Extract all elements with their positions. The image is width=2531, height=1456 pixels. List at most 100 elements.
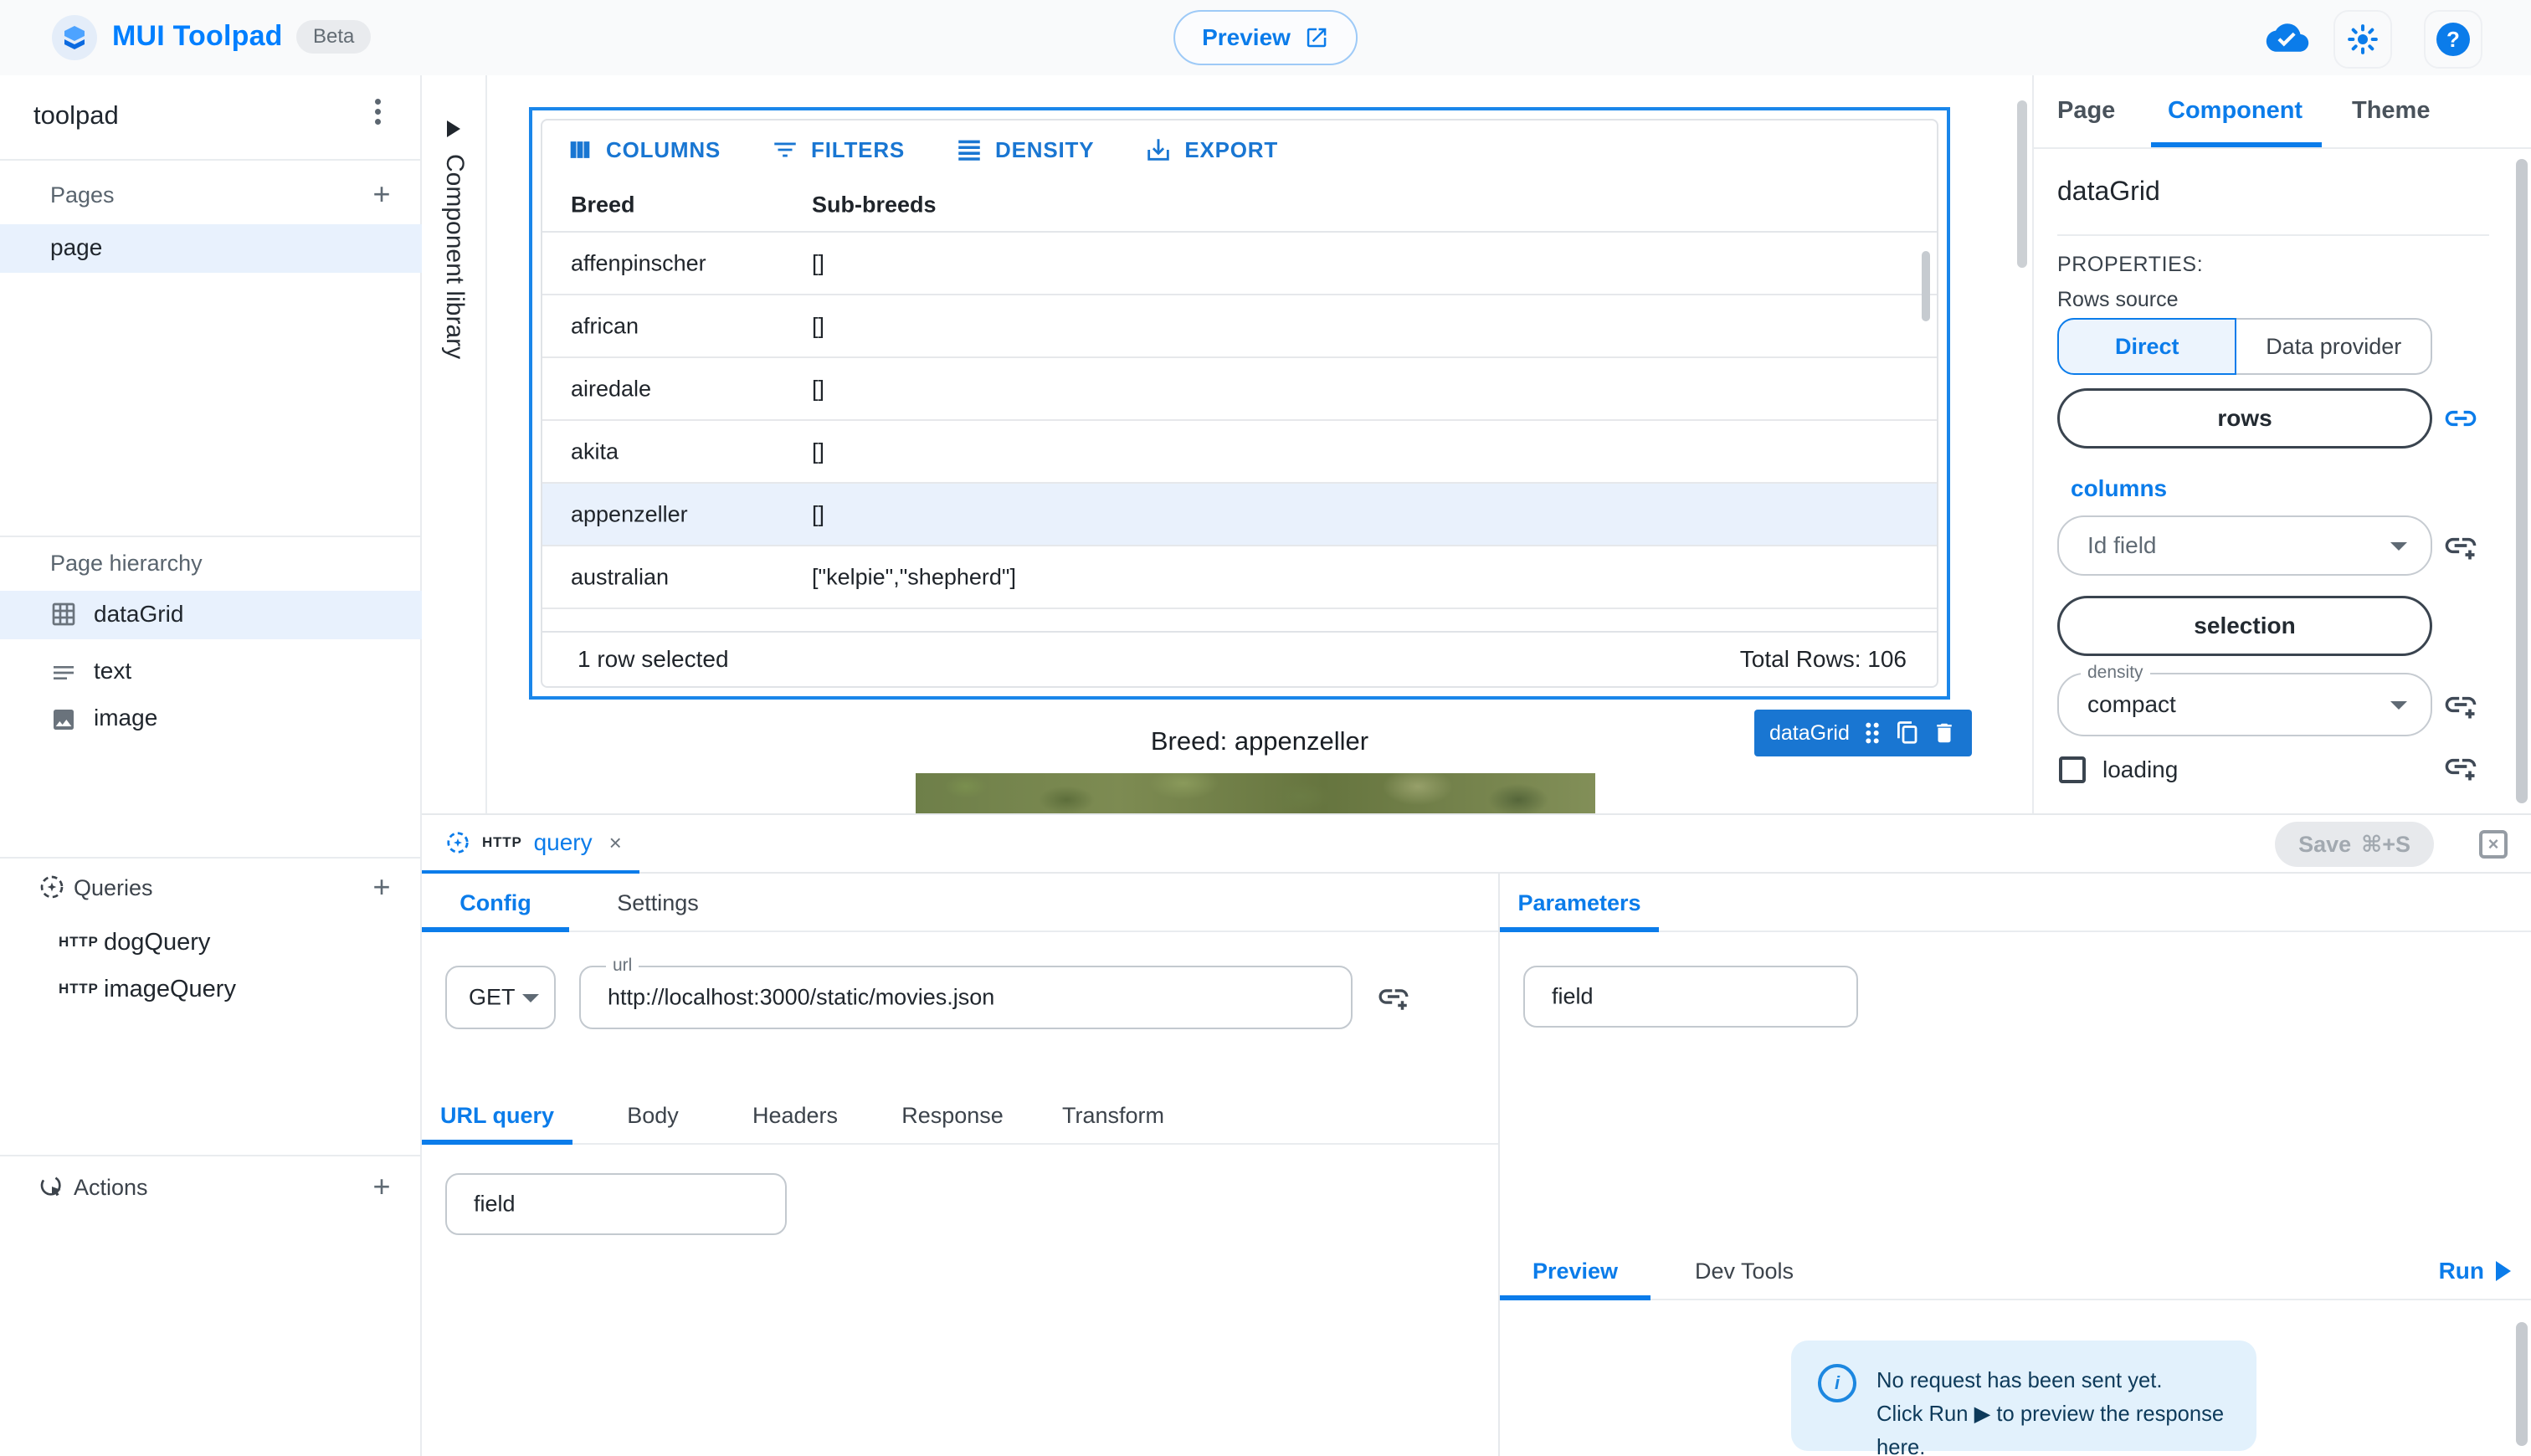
queries-icon — [39, 874, 65, 900]
tab-response[interactable]: Response — [887, 1086, 1018, 1145]
rows-source-toggle: Direct Data provider — [2057, 318, 2432, 375]
save-button-label: Save — [2298, 832, 2351, 858]
query-config-region: Config Settings GET url http://localhost… — [422, 874, 1500, 1456]
tab-query[interactable]: HTTP query × — [422, 815, 639, 874]
tab-url-query[interactable]: URL query — [422, 1086, 572, 1145]
close-panel-icon[interactable]: × — [2479, 830, 2508, 859]
tab-preview[interactable]: Preview — [1500, 1242, 1651, 1300]
parameter-field-input[interactable]: field — [1523, 966, 1858, 1028]
sidebar-item-image[interactable]: image — [0, 698, 422, 741]
export-button-label: EXPORT — [1184, 137, 1278, 163]
table-row[interactable]: australian ["kelpie","shepherd"] — [542, 546, 1937, 609]
column-header-breed[interactable]: Breed — [571, 192, 635, 218]
component-name-heading: dataGrid — [2057, 176, 2160, 207]
add-binding-icon[interactable] — [2442, 748, 2479, 785]
table-row[interactable]: african [] — [542, 295, 1937, 358]
column-header-subbreeds[interactable]: Sub-breeds — [812, 192, 937, 218]
inspector-scrollbar[interactable] — [2516, 159, 2528, 803]
http-tag: HTTP — [59, 934, 99, 951]
columns-button[interactable]: COLUMNS — [566, 136, 721, 164]
cell-subbreeds: [] — [812, 438, 824, 464]
add-action-button[interactable]: + — [365, 1170, 398, 1203]
datagrid-toolbar: COLUMNS FILTERS DENSITY EXPORT — [566, 120, 1278, 179]
url-input[interactable]: url http://localhost:3000/static/movies.… — [579, 966, 1353, 1029]
table-row[interactable]: affenpinscher [] — [542, 233, 1937, 295]
filters-button-label: FILTERS — [811, 137, 905, 163]
link-icon[interactable] — [2442, 400, 2479, 437]
close-tab-icon[interactable]: × — [609, 830, 622, 856]
tab-dev-tools[interactable]: Dev Tools — [1671, 1242, 1818, 1300]
datagrid-header-row: Breed Sub-breeds — [542, 179, 1937, 233]
url-query-field-value: field — [474, 1192, 516, 1218]
id-field-select[interactable]: Id field — [2057, 515, 2432, 576]
no-request-alert: i No request has been sent yet. Click Ru… — [1791, 1341, 2256, 1451]
query-item-label: dogQuery — [104, 929, 210, 956]
preview-button[interactable]: Preview — [1173, 10, 1358, 65]
export-button[interactable]: EXPORT — [1144, 136, 1278, 164]
canvas-scrollbar[interactable] — [2017, 100, 2027, 268]
tab-parameters[interactable]: Parameters — [1500, 874, 1659, 932]
rows-binding-button[interactable]: rows — [2057, 388, 2432, 449]
rows-source-direct-button[interactable]: Direct — [2057, 318, 2236, 375]
add-page-button[interactable]: + — [365, 177, 398, 211]
tab-component[interactable]: Component — [2168, 97, 2303, 125]
tab-theme[interactable]: Theme — [2352, 97, 2430, 125]
tab-page[interactable]: Page — [2057, 97, 2115, 125]
tab-transform[interactable]: Transform — [1045, 1086, 1182, 1145]
theme-toggle-button[interactable] — [2333, 10, 2392, 69]
sidebar-item-text[interactable]: text — [0, 651, 422, 695]
expand-library-icon[interactable] — [445, 119, 462, 139]
density-value: compact — [2087, 691, 2176, 718]
play-icon — [2496, 1261, 2511, 1281]
loading-checkbox[interactable] — [2059, 756, 2086, 783]
cell-breed: appenzeller — [571, 501, 688, 527]
download-icon — [1144, 136, 1173, 164]
alert-line2: Click Run ▶ to preview the response here… — [1876, 1397, 2236, 1456]
columns-editor-link[interactable]: columns — [2071, 475, 2167, 502]
tab-settings[interactable]: Settings — [599, 874, 716, 932]
active-tab-indicator — [1500, 927, 1659, 932]
project-menu-icon[interactable] — [375, 99, 381, 125]
method-select[interactable]: GET — [445, 966, 556, 1029]
rows-source-dataprovider-button[interactable]: Data provider — [2236, 318, 2432, 375]
density-select-label: density — [2081, 663, 2150, 683]
rows-selected-status: 1 row selected — [578, 646, 729, 673]
table-row-selected[interactable]: appenzeller [] — [542, 484, 1937, 546]
cell-subbreeds: [] — [812, 250, 824, 276]
add-query-button[interactable]: + — [365, 870, 398, 904]
page-canvas[interactable]: COLUMNS FILTERS DENSITY EXPORT Breed Sub… — [487, 75, 2032, 813]
tab-headers[interactable]: Headers — [737, 1086, 854, 1145]
add-binding-icon[interactable] — [2442, 527, 2479, 564]
method-value: GET — [469, 985, 516, 1011]
density-icon — [955, 136, 983, 164]
density-button[interactable]: DENSITY — [955, 136, 1094, 164]
image-component[interactable] — [916, 773, 1595, 813]
http-tag: HTTP — [482, 834, 522, 851]
datagrid-component[interactable]: COLUMNS FILTERS DENSITY EXPORT Breed Sub… — [541, 119, 1938, 688]
explorer-sidebar: toolpad Pages + page Page hierarchy data… — [0, 75, 422, 1456]
sidebar-item-imagequery[interactable]: HTTP imageQuery — [0, 971, 422, 1011]
selection-binding-button[interactable]: selection — [2057, 596, 2432, 656]
actions-header: Actions — [74, 1175, 148, 1201]
preview-scrollbar[interactable] — [2516, 1322, 2528, 1446]
component-library-label[interactable]: Component library — [440, 154, 469, 359]
save-button[interactable]: Save ⌘+S — [2275, 822, 2434, 867]
table-row[interactable]: akita [] — [542, 421, 1937, 484]
add-binding-icon[interactable] — [1376, 979, 1411, 1014]
sidebar-item-dogquery[interactable]: HTTP dogQuery — [0, 924, 422, 964]
info-icon: i — [1818, 1364, 1856, 1402]
datagrid-scrollbar[interactable] — [1922, 251, 1930, 321]
filters-button[interactable]: FILTERS — [771, 136, 905, 164]
table-row[interactable]: airedale [] — [542, 358, 1937, 421]
sidebar-item-datagrid[interactable]: dataGrid — [0, 591, 422, 639]
density-select[interactable]: density compact — [2057, 673, 2432, 736]
tab-config[interactable]: Config — [422, 874, 569, 932]
tab-body[interactable]: Body — [603, 1086, 703, 1145]
url-query-field-input[interactable]: field — [445, 1173, 787, 1235]
http-tag: HTTP — [59, 981, 99, 997]
run-button[interactable]: Run — [2439, 1242, 2511, 1300]
help-button[interactable]: ? — [2424, 10, 2482, 69]
add-binding-icon[interactable] — [2442, 686, 2479, 723]
sidebar-item-page[interactable]: page — [0, 224, 422, 273]
text-component[interactable]: Breed: appenzeller — [487, 726, 2032, 756]
